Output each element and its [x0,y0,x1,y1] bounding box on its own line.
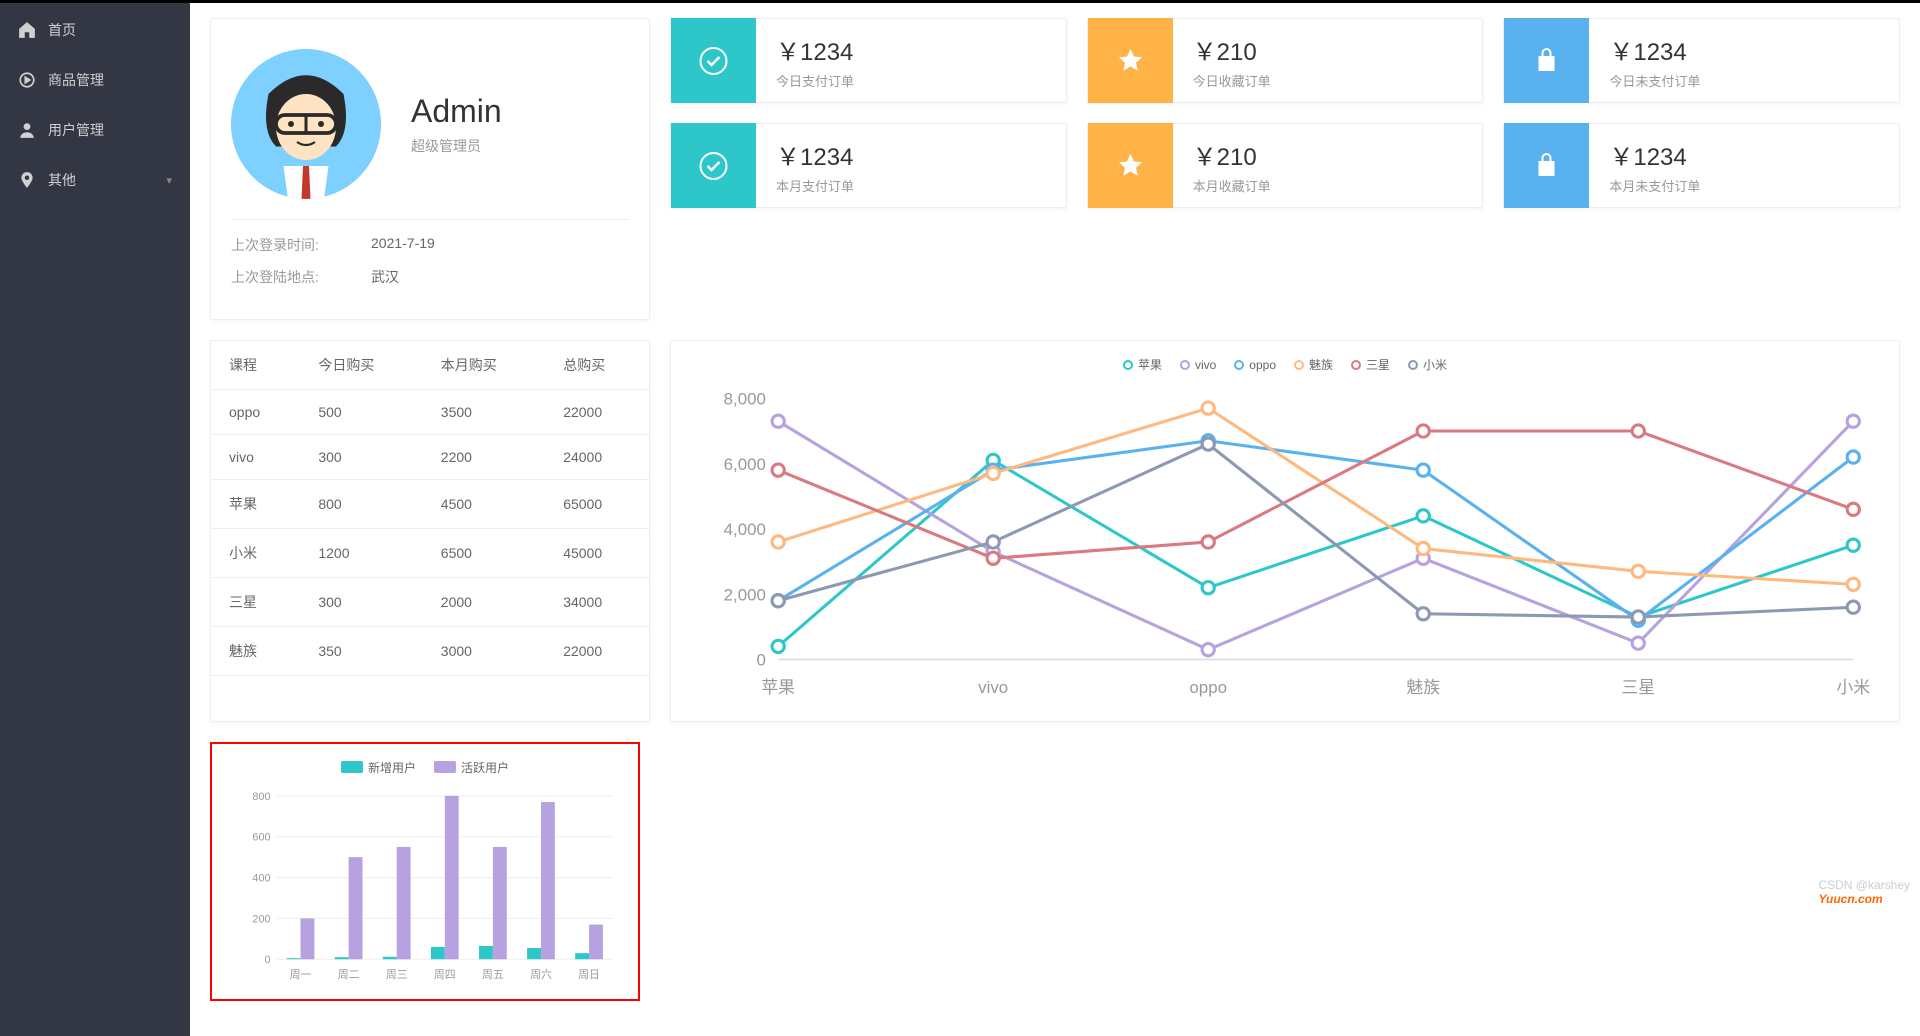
svg-text:8,000: 8,000 [724,390,766,409]
table-header: 课程 [211,341,300,390]
stat-label: 今日支付订单 [776,71,854,90]
legend-item[interactable]: 新增用户 [341,759,416,776]
line-chart: 0 2,000 4,000 6,000 8,000 苹果 vivo oppo 魅族 三星 小米 [686,383,1884,706]
sidebar-item-label: 其他 [48,170,76,190]
stat-label: 今日未支付订单 [1609,71,1700,90]
sidebar-item-users[interactable]: 用户管理 [0,105,190,155]
home-icon [18,21,36,39]
svg-text:oppo: oppo [1189,678,1227,697]
stat-card: ￥1234 本月支付订单 [670,123,1067,208]
check-icon [671,123,756,208]
svg-text:周三: 周三 [386,968,408,981]
svg-text:6,000: 6,000 [724,455,766,474]
legend-item[interactable]: 苹果 [1123,356,1162,373]
profile-card: Admin 超级管理员 上次登录时间:2021-7-19 上次登陆地点:武汉 [210,18,650,320]
check-icon [671,18,756,103]
svg-text:周一: 周一 [290,968,312,981]
table-row: 魅族350300022000 [211,627,649,676]
bag-icon [1504,18,1589,103]
main-content: Admin 超级管理员 上次登录时间:2021-7-19 上次登陆地点:武汉 ￥… [190,3,1920,1036]
svg-text:魅族: 魅族 [1406,678,1440,697]
sidebar-item-other[interactable]: 其他 ▾ [0,155,190,205]
stat-value: ￥1234 [776,32,854,67]
purchase-table-card: 课程今日购买本月购买总购买 oppo500350022000vivo300220… [210,340,650,722]
sidebar-item-home[interactable]: 首页 [0,5,190,55]
stat-card: ￥1234 今日未支付订单 [1503,18,1900,103]
svg-text:周四: 周四 [434,968,456,981]
chevron-down-icon: ▾ [166,174,172,187]
bag-icon [1504,123,1589,208]
star-icon [1088,18,1173,103]
table-header: 本月购买 [423,341,545,390]
svg-text:vivo: vivo [978,678,1008,697]
svg-text:4,000: 4,000 [724,520,766,539]
table-row: 苹果800450065000 [211,480,649,529]
table-header: 今日购买 [300,341,422,390]
play-circle-icon [18,71,36,89]
svg-text:小米: 小米 [1836,678,1870,697]
user-icon [18,121,36,139]
stat-card: ￥210 本月收藏订单 [1087,123,1484,208]
sidebar-item-label: 用户管理 [48,120,104,140]
svg-text:600: 600 [252,831,270,843]
stat-label: 本月支付订单 [776,176,854,195]
purchase-table: 课程今日购买本月购买总购买 oppo500350022000vivo300220… [211,341,649,676]
stat-value: ￥1234 [1609,137,1700,172]
sidebar: 首页 商品管理 用户管理 其他 ▾ [0,3,190,1036]
svg-text:0: 0 [756,651,765,670]
svg-text:三星: 三星 [1621,678,1655,697]
last-login-time-value: 2021-7-19 [371,235,435,255]
stat-card: ￥1234 今日支付订单 [670,18,1067,103]
stat-card: ￥210 今日收藏订单 [1087,18,1484,103]
location-icon [18,171,36,189]
legend-item[interactable]: vivo [1180,356,1216,373]
table-row: vivo300220024000 [211,435,649,480]
stat-value: ￥1234 [776,137,854,172]
stat-card: ￥1234 本月未支付订单 [1503,123,1900,208]
svg-text:周六: 周六 [530,968,552,981]
svg-text:苹果: 苹果 [761,678,795,697]
sidebar-item-label: 商品管理 [48,70,104,90]
stat-label: 今日收藏订单 [1193,71,1271,90]
svg-text:2,000: 2,000 [724,585,766,604]
profile-role: 超级管理员 [411,136,502,156]
sidebar-item-products[interactable]: 商品管理 [0,55,190,105]
svg-text:400: 400 [252,872,270,884]
legend-item[interactable]: 活跃用户 [434,759,509,776]
star-icon [1088,123,1173,208]
table-row: 三星300200034000 [211,578,649,627]
bar-chart: 0 200 400 600 800 周一 周二 周三 周四 周五 周六 周日 [227,786,623,984]
legend-item[interactable]: oppo [1234,356,1276,373]
last-login-location-label: 上次登陆地点: [231,267,371,287]
svg-text:周二: 周二 [338,968,360,981]
avatar [231,49,381,199]
stat-value: ￥210 [1193,137,1271,172]
svg-text:周日: 周日 [578,968,600,981]
line-chart-card: 苹果vivooppo魅族三星小米 02,0004,0006,0008,000苹果… [670,340,1900,722]
table-header: 总购买 [545,341,649,390]
stat-label: 本月未支付订单 [1609,176,1700,195]
legend-item[interactable]: 小米 [1408,356,1447,373]
watermark: CSDN @karshey Yuucn.com [1818,878,1910,906]
sidebar-item-label: 首页 [48,20,76,40]
stat-value: ￥1234 [1609,32,1700,67]
svg-text:0: 0 [264,954,270,966]
svg-text:周五: 周五 [482,968,504,981]
stat-label: 本月收藏订单 [1193,176,1271,195]
legend-item[interactable]: 魅族 [1294,356,1333,373]
stat-value: ￥210 [1193,32,1271,67]
svg-text:200: 200 [252,913,270,925]
table-row: oppo500350022000 [211,390,649,435]
last-login-time-label: 上次登录时间: [231,235,371,255]
profile-name: Admin [411,93,502,130]
svg-text:800: 800 [252,790,270,802]
last-login-location-value: 武汉 [371,267,399,287]
bar-chart-card: 新增用户 活跃用户 0 200 400 600 800 周一 周二 周三 周四 周五 周六 周日 [210,742,640,1001]
table-row: 小米1200650045000 [211,529,649,578]
legend-item[interactable]: 三星 [1351,356,1390,373]
